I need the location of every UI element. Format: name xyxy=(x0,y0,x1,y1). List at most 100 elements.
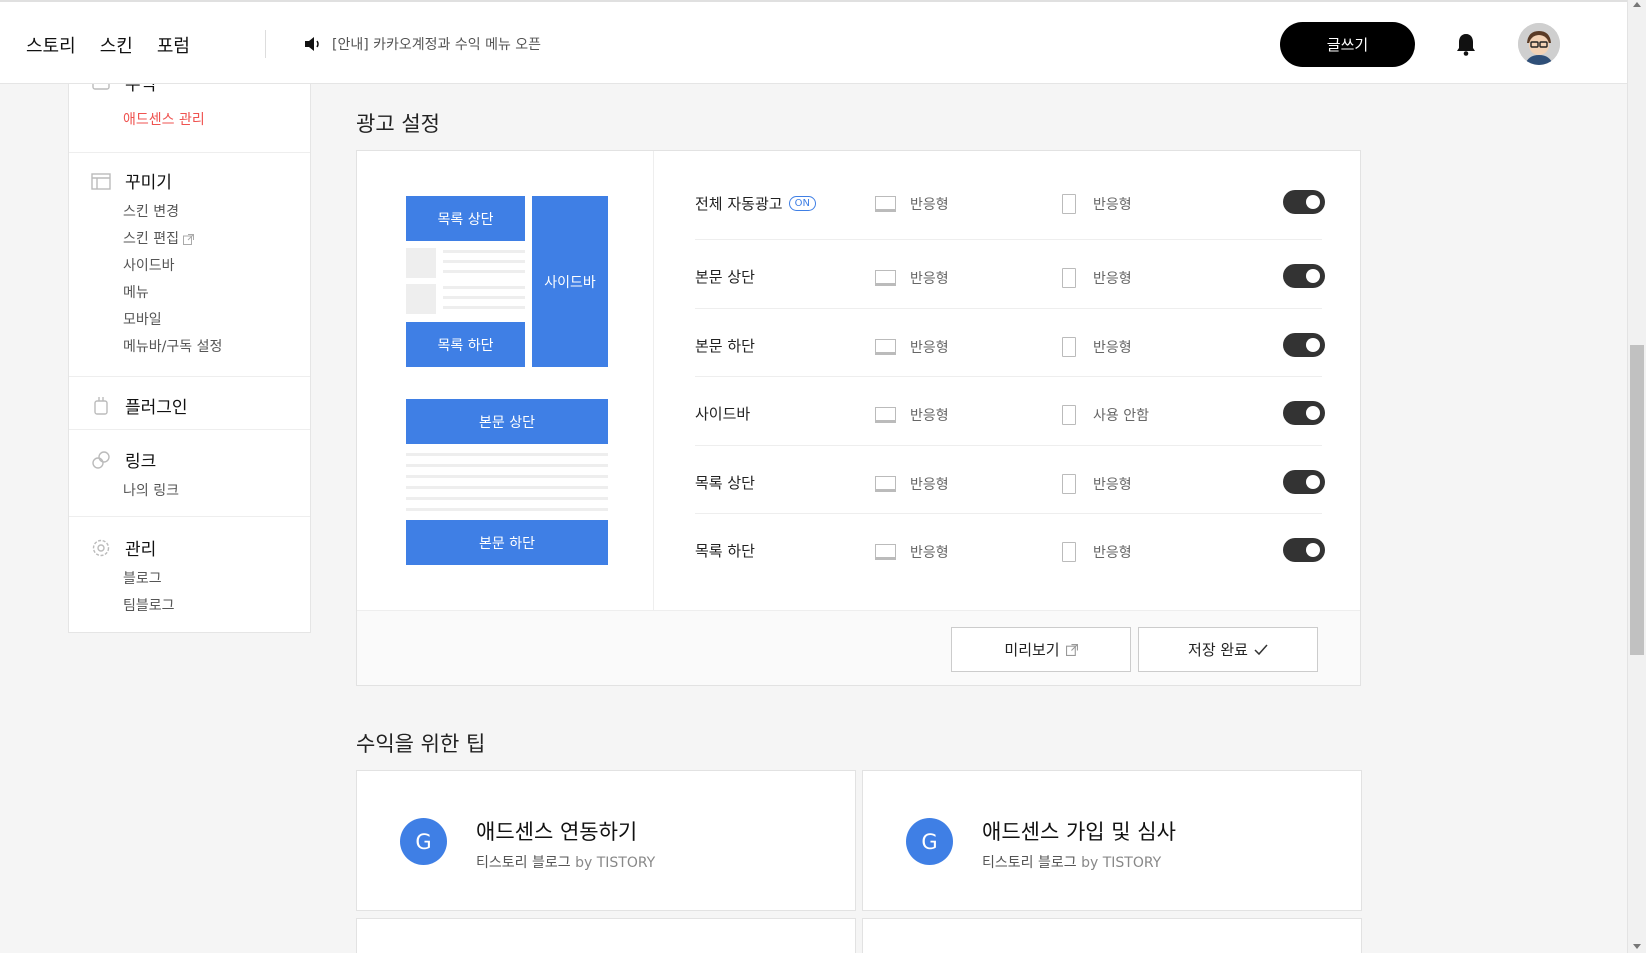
mobile-icon xyxy=(1062,405,1076,425)
mobile-icon xyxy=(1062,473,1076,494)
sidebar-item-blog[interactable]: 블로그 xyxy=(69,566,310,593)
ad-slot-list: 전체 자동광고 ON 반응형 반응형 본문 상단 반응형 반응형 본문 하단 반응… xyxy=(695,151,1325,583)
save-button[interactable]: 저장 완료 xyxy=(1138,627,1318,672)
sidebar-section-title: 플러그인 xyxy=(125,398,188,418)
sidebar-item-mobile[interactable]: 모바일 xyxy=(69,307,310,334)
sidebar-section-title: 꾸미기 xyxy=(125,173,172,193)
pc-ad-type[interactable]: 반응형 xyxy=(910,474,949,494)
sidebar-item-menu[interactable]: 메뉴 xyxy=(69,280,310,307)
preview-block-body-bottom: 본문 하단 xyxy=(406,520,608,565)
tip-source: 티스토리 블로그 by TISTORY xyxy=(982,852,1161,872)
sidebar-section-link: 링크 나의 링크 xyxy=(69,430,310,517)
mobile-ad-type[interactable]: 반응형 xyxy=(1093,268,1132,288)
ad-row-list-top: 목록 상단 반응형 반응형 xyxy=(695,446,1325,514)
pc-ad-type[interactable]: 반응형 xyxy=(910,542,949,562)
monitor-icon xyxy=(875,544,896,560)
monitor-icon xyxy=(875,270,896,286)
preview-line xyxy=(443,250,525,253)
sidebar-section-head[interactable]: 수익 xyxy=(69,84,156,95)
sidebar-section-decorate: 꾸미기 스킨 변경 스킨 편집 사이드바 메뉴 모바일 메뉴바/구독 설정 xyxy=(69,153,310,377)
monitor-icon xyxy=(875,338,896,355)
mobile-ad-type[interactable]: 반응형 xyxy=(1093,474,1132,494)
sidebar: 수익 애드센스 관리 꾸미기 스킨 변경 스킨 편집 사이드바 메뉴 모바일 메… xyxy=(68,84,311,633)
preview-thumbnail xyxy=(406,248,436,278)
scrollbar[interactable] xyxy=(1627,0,1646,953)
ad-settings-panel: 목록 상단 사이드바 목록 하단 본문 상단 본문 하단 전체 자동광고 ON 반… xyxy=(356,150,1361,686)
mobile-ad-type[interactable]: 반응형 xyxy=(1093,337,1132,357)
ad-row-sidebar: 사이드바 반응형 사용 안함 xyxy=(695,377,1325,446)
tip-card-partial[interactable] xyxy=(862,918,1362,953)
sidebar-item-skin-edit[interactable]: 스킨 편집 xyxy=(69,226,310,253)
sidebar-item-sidebar[interactable]: 사이드바 xyxy=(69,253,310,280)
mobile-ad-type[interactable]: 반응형 xyxy=(1093,542,1132,562)
ad-row-label: 전체 자동광고 xyxy=(695,195,783,213)
external-link-icon xyxy=(1065,643,1078,656)
sidebar-section-revenue: 수익 애드센스 관리 xyxy=(69,84,310,153)
scroll-down-arrow-icon[interactable] xyxy=(1633,944,1641,949)
main-nav: 스토리 스킨 포럼 xyxy=(26,32,190,58)
preview-line xyxy=(443,260,525,263)
write-button[interactable]: 글쓰기 xyxy=(1280,22,1415,67)
avatar[interactable] xyxy=(1518,23,1560,65)
tip-card-partial[interactable] xyxy=(356,918,856,953)
preview-line xyxy=(406,464,608,467)
sidebar-section-title: 관리 xyxy=(125,540,157,560)
nav-link-story[interactable]: 스토리 xyxy=(26,32,76,58)
preview-block-list-top: 목록 상단 xyxy=(406,196,525,241)
ad-toggle-sidebar[interactable] xyxy=(1283,401,1325,425)
nav-divider xyxy=(265,30,266,58)
sidebar-section-head[interactable]: 꾸미기 xyxy=(69,168,310,193)
ad-toggle-list-top[interactable] xyxy=(1283,469,1325,494)
bell-icon[interactable] xyxy=(1455,32,1477,56)
sidebar-item-my-link[interactable]: 나의 링크 xyxy=(69,478,310,505)
preview-line xyxy=(406,475,608,478)
tip-source-by: by TISTORY xyxy=(575,855,656,871)
coin-icon xyxy=(92,84,110,90)
tip-title: 애드센스 가입 및 심사 xyxy=(982,820,1176,844)
sidebar-item-adsense[interactable]: 애드센스 관리 xyxy=(69,107,205,134)
pc-ad-type[interactable]: 반응형 xyxy=(910,268,949,288)
preview-thumbnail xyxy=(406,284,436,314)
preview-line xyxy=(443,270,525,273)
google-logo-icon: G xyxy=(906,818,953,865)
sidebar-section-head[interactable]: 관리 xyxy=(69,535,310,560)
sidebar-section-head[interactable]: 플러그인 xyxy=(69,393,310,418)
nav-link-forum[interactable]: 포럼 xyxy=(157,32,190,58)
ad-toggle-list-bottom[interactable] xyxy=(1283,538,1325,562)
ad-toggle-body-top[interactable] xyxy=(1283,264,1325,288)
preview-block-list-bottom: 목록 하단 xyxy=(406,322,525,367)
pc-ad-type[interactable]: 반응형 xyxy=(910,194,949,214)
tip-card-adsense-connect[interactable]: G 애드센스 연동하기 티스토리 블로그 by TISTORY xyxy=(356,770,856,911)
ad-row-list-bottom: 목록 하단 반응형 반응형 xyxy=(695,514,1325,583)
mobile-ad-type[interactable]: 사용 안함 xyxy=(1093,405,1149,425)
sidebar-section-plugin: 플러그인 xyxy=(69,377,310,430)
sidebar-item-skin-change[interactable]: 스킨 변경 xyxy=(69,199,310,226)
layout-icon xyxy=(91,172,111,190)
pc-ad-type[interactable]: 반응형 xyxy=(910,337,949,357)
sidebar-item-team-blog[interactable]: 팀블로그 xyxy=(69,593,310,620)
preview-line xyxy=(406,508,608,511)
monitor-icon xyxy=(875,407,896,423)
tip-card-adsense-signup[interactable]: G 애드센스 가입 및 심사 티스토리 블로그 by TISTORY xyxy=(862,770,1362,911)
pc-ad-type[interactable]: 반응형 xyxy=(910,405,949,425)
nav-link-skin[interactable]: 스킨 xyxy=(100,32,133,58)
mobile-icon xyxy=(1062,268,1076,288)
preview-line xyxy=(443,286,525,289)
sidebar-section-head[interactable]: 링크 xyxy=(69,447,310,472)
ad-row-name: 목록 하단 xyxy=(695,542,755,560)
notice-banner[interactable]: [안내] 카카오계정과 수익 메뉴 오픈 xyxy=(304,34,541,54)
scroll-thumb[interactable] xyxy=(1630,345,1644,655)
preview-button[interactable]: 미리보기 xyxy=(951,627,1131,672)
notice-text: [안내] 카카오계정과 수익 메뉴 오픈 xyxy=(332,37,542,53)
tips-title: 수익을 위한 팁 xyxy=(356,732,486,756)
preview-line xyxy=(406,453,608,456)
mobile-ad-type[interactable]: 반응형 xyxy=(1093,194,1132,214)
scroll-up-arrow-icon[interactable] xyxy=(1633,2,1641,7)
ad-toggle-body-bottom[interactable] xyxy=(1283,332,1325,357)
ad-toggle-auto[interactable] xyxy=(1283,190,1325,214)
sidebar-section-title: 링크 xyxy=(125,452,157,472)
ad-row-body-bottom: 본문 하단 반응형 반응형 xyxy=(695,309,1325,377)
sidebar-item-menubar[interactable]: 메뉴바/구독 설정 xyxy=(69,334,310,361)
top-navigation-bar: 스토리 스킨 포럼 [안내] 카카오계정과 수익 메뉴 오픈 글쓰기 xyxy=(0,0,1627,84)
mobile-icon xyxy=(1062,336,1076,357)
